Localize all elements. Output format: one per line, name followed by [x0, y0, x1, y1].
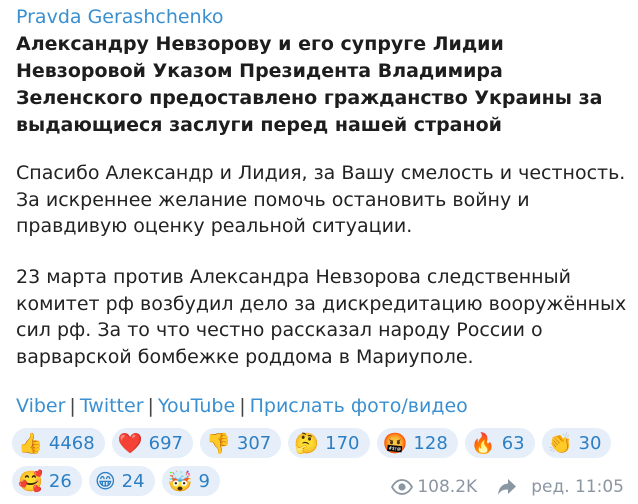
reaction-count: 697 — [148, 432, 183, 454]
reaction-count: 170 — [325, 432, 360, 454]
reaction-count: 30 — [578, 432, 602, 454]
reaction-thumbs-down[interactable]: 👎 307 — [199, 428, 282, 458]
reaction-count: 307 — [236, 432, 272, 454]
heart-icon: ❤️ — [117, 431, 143, 455]
separator: | — [147, 395, 154, 417]
fire-icon: 🔥 — [470, 431, 496, 455]
reactions-row-1: 👍 4468 ❤️ 697 👎 307 🤔 170 🤬 128 🔥 63 👏 30 — [12, 428, 628, 458]
twitter-link[interactable]: Twitter — [80, 395, 144, 417]
edited-timestamp: ред. 11:05 — [531, 477, 624, 497]
post-headline: Александру Невзорову и его супруге Лидии… — [16, 33, 603, 136]
post-paragraph-2: 23 марта против Александра Невзорова сле… — [16, 266, 627, 368]
reaction-count: 4468 — [48, 432, 95, 454]
separator: | — [239, 395, 246, 417]
reaction-grin[interactable]: 😁 24 — [88, 466, 155, 496]
reaction-thinking[interactable]: 🤔 170 — [288, 428, 370, 458]
reaction-count: 26 — [48, 470, 72, 492]
separator: | — [69, 395, 76, 417]
viber-link[interactable]: Viber — [16, 395, 65, 417]
reaction-count: 63 — [501, 432, 525, 454]
social-links: Viber | Twitter | YouTube | Прислать фото/виде… — [16, 395, 468, 417]
reaction-count: 24 — [121, 470, 145, 492]
forward-icon[interactable] — [497, 478, 517, 496]
cursing-face-icon: 🤬 — [382, 431, 408, 455]
smiling-face-with-hearts-icon: 🥰 — [18, 469, 43, 493]
clapping-hands-icon: 👏 — [547, 431, 573, 455]
reaction-thumbs-up[interactable]: 👍 4468 — [12, 428, 105, 458]
reaction-clap[interactable]: 👏 30 — [541, 428, 612, 458]
submit-photo-link[interactable]: Прислать фото/видео — [250, 395, 468, 417]
exploding-head-icon: 🤯 — [167, 469, 193, 493]
reaction-heart[interactable]: ❤️ 697 — [111, 428, 193, 458]
message-bubble: Pravda Gerashchenko Александру Невзорову… — [0, 0, 638, 503]
reaction-hearts-face[interactable]: 🥰 26 — [12, 466, 82, 496]
eye-icon — [391, 479, 414, 495]
reaction-count: 128 — [413, 432, 448, 454]
message-meta: 108.2K ред. 11:05 — [391, 477, 624, 497]
thumbs-down-icon: 👎 — [205, 431, 231, 455]
thinking-face-icon: 🤔 — [294, 431, 320, 455]
view-count: 108.2K — [417, 477, 478, 497]
reaction-cursing[interactable]: 🤬 128 — [376, 428, 458, 458]
youtube-link[interactable]: YouTube — [158, 395, 235, 417]
reaction-fire[interactable]: 🔥 63 — [464, 428, 535, 458]
reaction-exploding-head[interactable]: 🤯 9 — [161, 466, 220, 496]
reaction-count: 9 — [198, 470, 210, 492]
channel-name[interactable]: Pravda Gerashchenko — [16, 6, 224, 28]
thumbs-up-icon: 👍 — [18, 431, 43, 455]
grinning-face-icon: 😁 — [94, 469, 116, 493]
post-paragraph-1: Спасибо Александр и Лидия, за Вашу смело… — [16, 162, 626, 237]
